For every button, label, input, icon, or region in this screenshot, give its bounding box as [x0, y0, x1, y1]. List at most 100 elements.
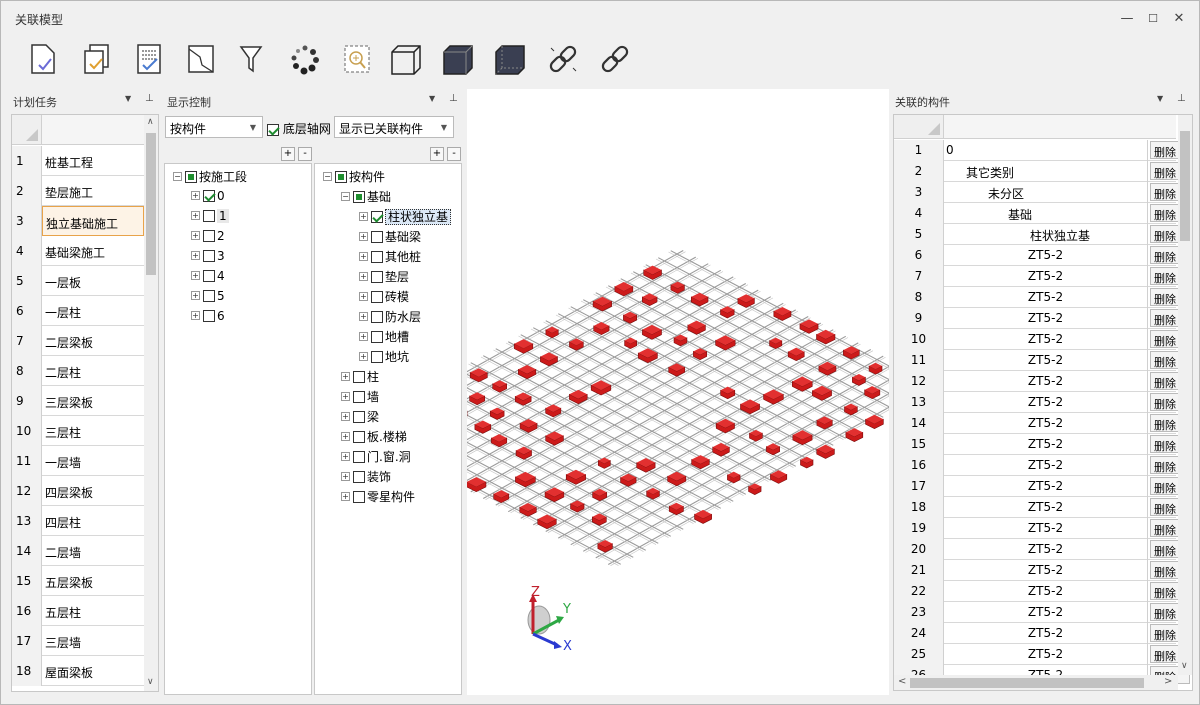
- link-icon[interactable]: [545, 41, 581, 77]
- collapse-all-button[interactable]: -: [447, 147, 461, 161]
- cube-solid-icon[interactable]: [441, 41, 477, 77]
- table-row[interactable]: 10 ZT5-2 删除: [894, 329, 1190, 350]
- scroll-down-icon[interactable]: ∨: [1181, 661, 1188, 671]
- task-name[interactable]: 基础梁施工: [42, 236, 144, 266]
- collapse-all-button[interactable]: -: [298, 147, 312, 161]
- collapse-icon[interactable]: −: [173, 172, 182, 181]
- foundation-block[interactable]: [514, 339, 534, 354]
- expand-icon[interactable]: +: [359, 352, 368, 361]
- expand-icon[interactable]: +: [191, 231, 200, 240]
- foundation-block[interactable]: [598, 457, 611, 469]
- table-row[interactable]: 18 屋面梁板: [12, 656, 144, 686]
- table-row[interactable]: 11 一层墙: [12, 446, 144, 476]
- table-row[interactable]: 19 ZT5-2 删除: [894, 518, 1190, 539]
- collapse-icon[interactable]: −: [323, 172, 332, 181]
- tree-node-foundation-item[interactable]: + 垫层: [359, 268, 409, 288]
- scroll-thumb[interactable]: [1180, 131, 1190, 241]
- expand-icon[interactable]: +: [359, 232, 368, 241]
- table-row[interactable]: 2 其它类别 删除: [894, 161, 1190, 182]
- task-name[interactable]: 屋面梁板: [42, 656, 144, 686]
- table-row[interactable]: 16 ZT5-2 删除: [894, 455, 1190, 476]
- table-row[interactable]: 23 ZT5-2 删除: [894, 602, 1190, 623]
- tree-node-category[interactable]: + 板.楼梯: [341, 428, 407, 448]
- pin-icon[interactable]: ⊥: [145, 93, 154, 104]
- link-alt-icon[interactable]: [597, 41, 633, 77]
- checkbox-icon[interactable]: [371, 230, 383, 243]
- checkbox-icon[interactable]: [203, 189, 215, 202]
- foundation-block[interactable]: [492, 380, 507, 393]
- table-row[interactable]: 21 ZT5-2 删除: [894, 560, 1190, 581]
- table-row[interactable]: 14 ZT5-2 删除: [894, 413, 1190, 434]
- axis-checkbox[interactable]: 底层轴网: [267, 120, 331, 137]
- table-row[interactable]: 8 二层柱: [12, 356, 144, 386]
- foundation-block[interactable]: [816, 329, 836, 345]
- tree-node-foundation-item[interactable]: + 地槽: [359, 328, 409, 348]
- task-name[interactable]: 五层梁板: [42, 566, 144, 596]
- checkbox-icon[interactable]: [353, 410, 365, 423]
- task-name[interactable]: 二层柱: [42, 356, 144, 386]
- task-name[interactable]: 五层柱: [42, 596, 144, 626]
- task-name[interactable]: 三层柱: [42, 416, 144, 446]
- foundation-block[interactable]: [799, 319, 819, 334]
- table-row[interactable]: 12 ZT5-2 删除: [894, 371, 1190, 392]
- checkbox-icon[interactable]: [353, 190, 365, 203]
- expand-icon[interactable]: +: [341, 452, 350, 461]
- foundation-block[interactable]: [469, 392, 486, 406]
- table-row[interactable]: 17 三层墙: [12, 626, 144, 656]
- table-row[interactable]: 1 0 删除: [894, 140, 1190, 161]
- checkbox-icon[interactable]: [203, 269, 215, 282]
- tree-node-foundation-item[interactable]: + 地坑: [359, 348, 409, 368]
- scroll-right-icon[interactable]: >: [1164, 676, 1172, 687]
- task-name[interactable]: 独立基础施工: [42, 206, 144, 236]
- expand-icon[interactable]: +: [359, 312, 368, 321]
- tree-node-category[interactable]: + 柱: [341, 368, 379, 388]
- task-name[interactable]: 一层板: [42, 266, 144, 296]
- tree-node-stage[interactable]: +0: [191, 188, 225, 208]
- tree-node-stage[interactable]: +2: [191, 228, 225, 248]
- expand-icon[interactable]: +: [191, 291, 200, 300]
- expand-icon[interactable]: +: [191, 191, 200, 200]
- checkbox-icon[interactable]: [371, 310, 383, 323]
- foundation-block[interactable]: [593, 322, 610, 336]
- mode-select[interactable]: 按构件 ▼: [165, 116, 263, 138]
- checkbox-icon[interactable]: [371, 330, 383, 343]
- table-corner[interactable]: [894, 115, 944, 139]
- foundation-block[interactable]: [641, 293, 658, 306]
- checkbox-icon[interactable]: [371, 250, 383, 263]
- checkbox-icon[interactable]: [353, 450, 365, 463]
- table-row[interactable]: 7 ZT5-2 删除: [894, 266, 1190, 287]
- table-row[interactable]: 16 五层柱: [12, 596, 144, 626]
- tree-node-foundation-item[interactable]: + 砖模: [359, 288, 409, 308]
- table-row[interactable]: 4 基础 删除: [894, 203, 1190, 224]
- table-row[interactable]: 13 四层柱: [12, 506, 144, 536]
- tree-node-category[interactable]: + 墙: [341, 388, 379, 408]
- table-row[interactable]: 8 ZT5-2 删除: [894, 287, 1190, 308]
- table-row[interactable]: 1 桩基工程: [12, 146, 144, 176]
- checkbox-icon[interactable]: [185, 170, 197, 183]
- table-row[interactable]: 11 ZT5-2 删除: [894, 350, 1190, 371]
- tree-node-root[interactable]: − 按构件: [323, 168, 385, 188]
- expand-icon[interactable]: +: [359, 212, 368, 221]
- foundation-block[interactable]: [489, 407, 505, 420]
- close-button[interactable]: ✕: [1165, 7, 1193, 29]
- scroll-up-icon[interactable]: ∧: [147, 117, 154, 127]
- tree-node-foundation[interactable]: − 基础: [341, 188, 391, 208]
- foundation-block[interactable]: [667, 471, 687, 487]
- foundation-block[interactable]: [545, 326, 559, 339]
- task-name[interactable]: 二层墙: [42, 536, 144, 566]
- checkbox-icon[interactable]: [203, 309, 215, 322]
- task-name[interactable]: 一层墙: [42, 446, 144, 476]
- task-name[interactable]: 垫层施工: [42, 176, 144, 206]
- task-name[interactable]: 一层柱: [42, 296, 144, 326]
- task-name[interactable]: 二层梁板: [42, 326, 144, 356]
- task-name[interactable]: 三层墙: [42, 626, 144, 656]
- foundation-block[interactable]: [852, 373, 866, 386]
- table-row[interactable]: 12 四层梁板: [12, 476, 144, 506]
- checkbox-icon[interactable]: [353, 390, 365, 403]
- select-multi-icon[interactable]: [79, 41, 115, 77]
- tree-node-category[interactable]: + 装饰: [341, 468, 391, 488]
- filter-icon[interactable]: [233, 41, 269, 77]
- expand-icon[interactable]: +: [191, 271, 200, 280]
- tree-node-stage[interactable]: +4: [191, 268, 225, 288]
- tree-node-category[interactable]: + 零星构件: [341, 488, 415, 508]
